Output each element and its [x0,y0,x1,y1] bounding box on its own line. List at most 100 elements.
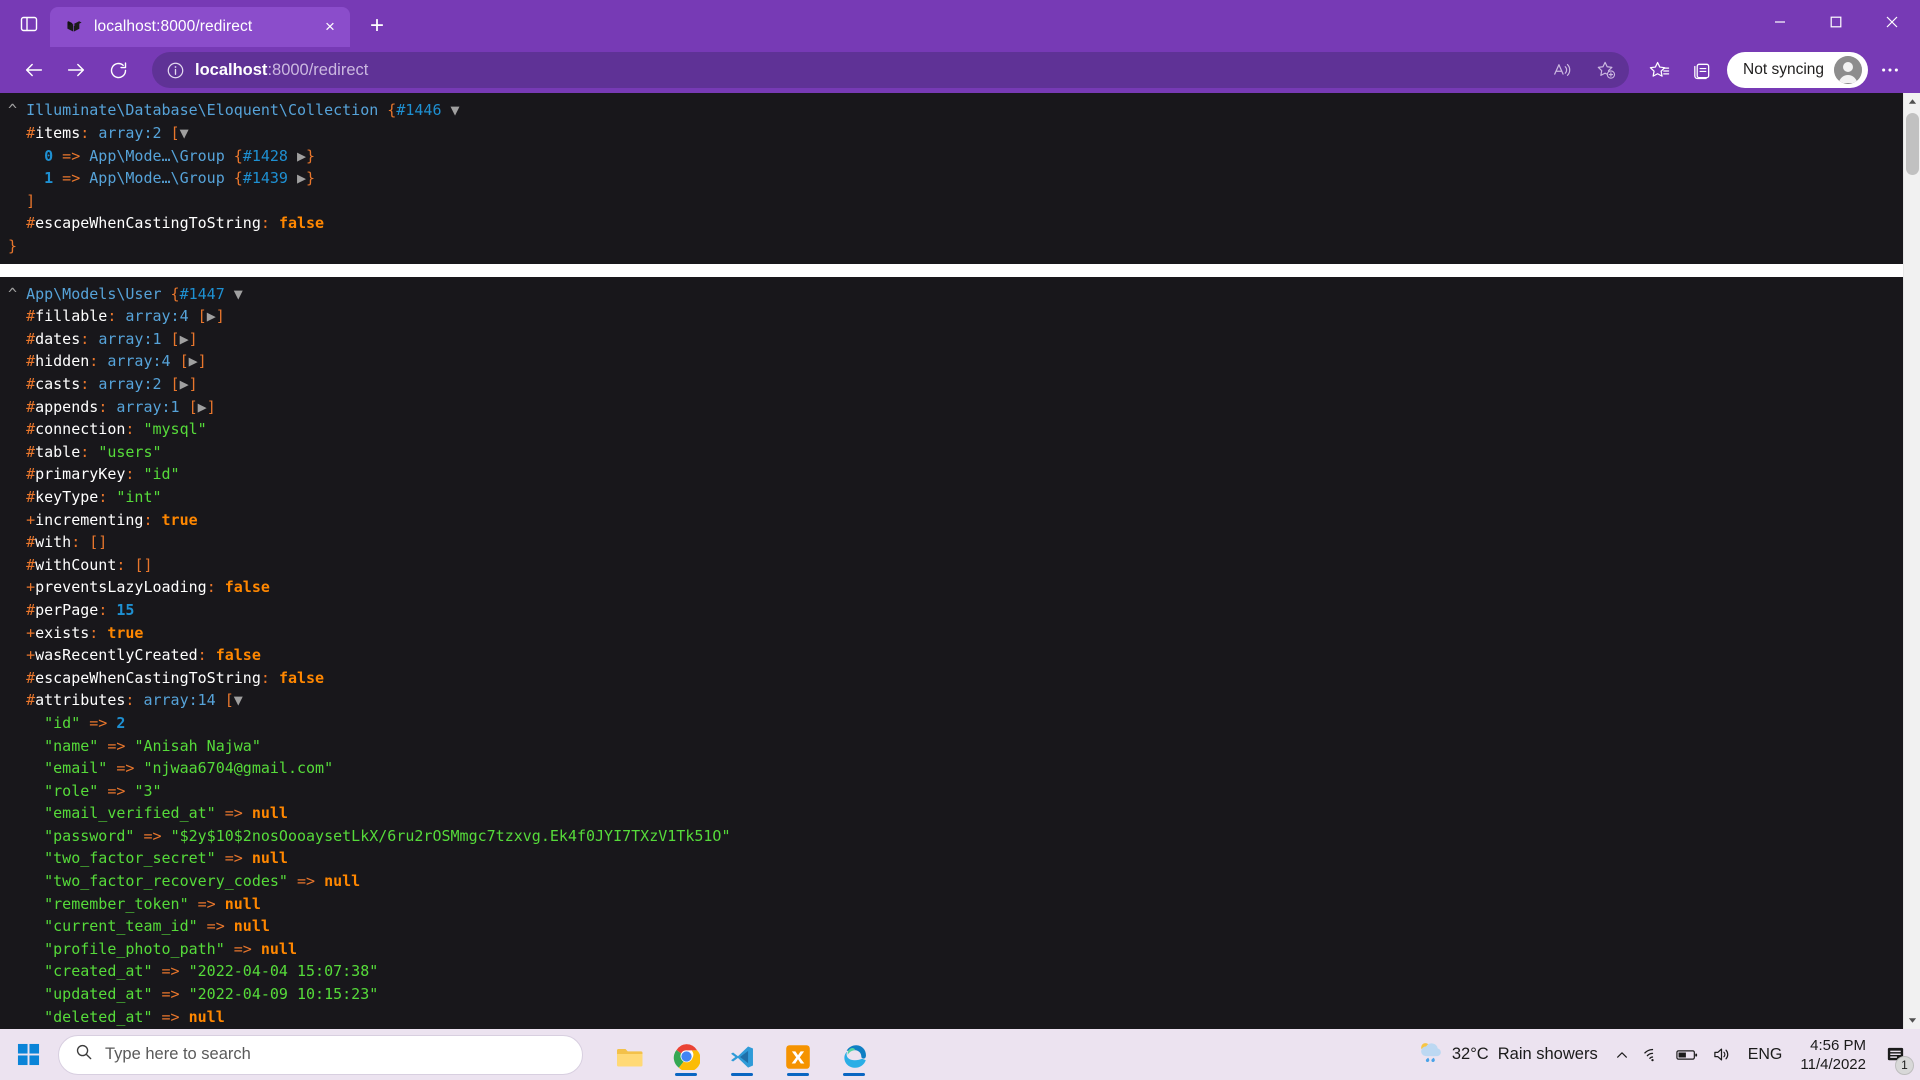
collections-button[interactable] [1681,52,1721,88]
dump-token-const: null [324,872,361,891]
address-bar[interactable]: localhost:8000/redirect [152,52,1630,89]
favorites-button[interactable] [1639,52,1679,88]
taskbar-app-file-explorer[interactable] [605,1033,655,1077]
dump-token-meta: array:1 [98,329,162,348]
dump-token-arrow: => [188,894,225,913]
start-button-icon[interactable] [4,1033,52,1077]
taskbar-weather-widget[interactable]: 32°C Rain showers [1407,1036,1608,1073]
dump-token-meta: array:1 [116,397,180,416]
dump-token-indent [8,556,26,574]
dump-token-int: 0 [44,146,54,165]
reload-button[interactable] [98,52,138,88]
show-hidden-icons-chevron-up-icon[interactable] [1608,1033,1636,1077]
dump-token-key: fillable [35,307,108,326]
dump-token-punct: { [224,169,243,188]
dump-token-indent [8,714,44,732]
taskbar-app-microsoft-edge[interactable] [829,1033,879,1077]
settings-and-more-button[interactable] [1870,52,1910,88]
dump-token-num: #1428 [242,146,288,165]
dump-token-punct: [] [134,555,153,574]
dump-token-punct: [ [161,124,180,143]
dump-line: #appends: array:1 [▶] [0,396,1903,419]
dump-token-indent [8,330,26,348]
dump-line: ^ App\Models\User {#1447 ▼ [0,283,1903,306]
dump-token-const: null [188,1007,225,1026]
dump-token-punct: [ [215,691,234,710]
dump-token-punct: : [260,214,279,233]
notification-badge: 1 [1895,1055,1914,1075]
tab-close-icon[interactable]: × [316,13,344,41]
dump-token-prop: + [26,646,36,665]
language-indicator[interactable]: ENG [1738,1046,1793,1064]
volume-icon[interactable] [1705,1033,1738,1077]
taskbar-app-visual-studio-code[interactable] [717,1033,767,1077]
scroll-up-arrow-icon[interactable] [1904,93,1920,111]
dump-token-indent [8,872,44,890]
dump-token-key: attributes [35,691,126,710]
dump-token-key: casts [35,375,81,393]
scrollbar-thumb[interactable] [1906,113,1919,176]
url-host: localhost [195,60,268,79]
dump-token-toggle[interactable]: ▶ [198,398,207,416]
dump-line: +wasRecentlyCreated: false [0,644,1903,667]
dump-line: #items: array:2 [▼ [0,122,1903,145]
dump-token-punct: ] [197,352,207,371]
taskbar-app-xampp[interactable] [773,1033,823,1077]
dump-token-toggle[interactable]: ▼ [234,691,243,709]
dump-token-indent [8,533,26,551]
dump-token-str: "Anisah Najwa" [134,736,261,755]
dump-token-toggle[interactable]: ▼ [225,285,243,303]
browser-tab[interactable]: localhost:8000/redirect × [50,6,350,47]
notification-center-button[interactable]: 1 [1878,1033,1914,1077]
dump-token-key: perPage [35,600,99,619]
dump-token-punct: { [161,284,180,303]
page-scrollbar[interactable] [1903,93,1920,1029]
dump-token-strkey: "current_team_id" [44,917,198,936]
dump-token-str: "3" [134,781,162,800]
dump-token-key: connection [35,420,126,439]
dump-token-toggle[interactable]: ▼ [441,101,460,119]
back-button[interactable] [14,52,54,88]
taskbar-clock[interactable]: 4:56 PM 11/4/2022 [1792,1033,1878,1077]
add-favorite-icon[interactable] [1589,54,1623,86]
close-window-button[interactable] [1864,0,1920,44]
site-info-icon[interactable] [166,61,185,80]
dump-line: +preventsLazyLoading: false [0,576,1903,599]
dump-token-const: null [251,849,288,868]
clock-time: 4:56 PM [1810,1036,1866,1054]
profile-button[interactable]: Not syncing [1727,52,1868,89]
dump-line: 0 => App\Mode…\Group {#1428 ▶} [0,145,1903,168]
dump-token-prop: # [26,442,36,461]
tab-actions-icon[interactable] [8,4,50,44]
dump-token-indent [8,511,26,529]
file-explorer-icon [616,1046,644,1070]
dump-token-toggle[interactable]: ▼ [180,124,189,142]
battery-icon[interactable] [1669,1033,1705,1077]
dump-token-toggle[interactable]: ▶ [180,330,189,348]
dump-token-toggle[interactable]: ▶ [288,147,306,165]
dump-token-arrow: => [152,1007,189,1026]
dump-token-indent [8,375,26,393]
scroll-down-arrow-icon[interactable] [1904,1011,1920,1029]
dump-token-toggle[interactable]: ▶ [288,169,306,187]
network-wifi-icon[interactable] [1636,1033,1669,1077]
dump-token-toggle[interactable]: ▶ [189,352,198,370]
new-tab-button[interactable]: + [358,7,396,45]
dump-token-prop: + [26,578,36,597]
clock-date: 11/4/2022 [1800,1055,1866,1073]
maximize-button[interactable] [1808,0,1864,44]
taskbar-app-google-chrome[interactable] [661,1033,711,1077]
dump-token-punct: ] [188,375,198,393]
minimize-button[interactable] [1752,0,1808,44]
dump-line: +exists: true [0,622,1903,645]
dump-token-strkey: "deleted_at" [44,1007,153,1026]
dump-token-punct: : [71,533,90,552]
taskbar-search-input[interactable]: Type here to search [58,1034,583,1075]
dump-token-toggle[interactable]: ▶ [180,375,189,393]
dump-token-punct: : [80,124,99,143]
dump-token-indent [8,646,26,664]
dump-line: "role" => "3" [0,780,1903,803]
read-aloud-icon[interactable] [1545,54,1579,86]
dump-token-toggle[interactable]: ▶ [207,307,216,325]
forward-button[interactable] [56,52,96,88]
